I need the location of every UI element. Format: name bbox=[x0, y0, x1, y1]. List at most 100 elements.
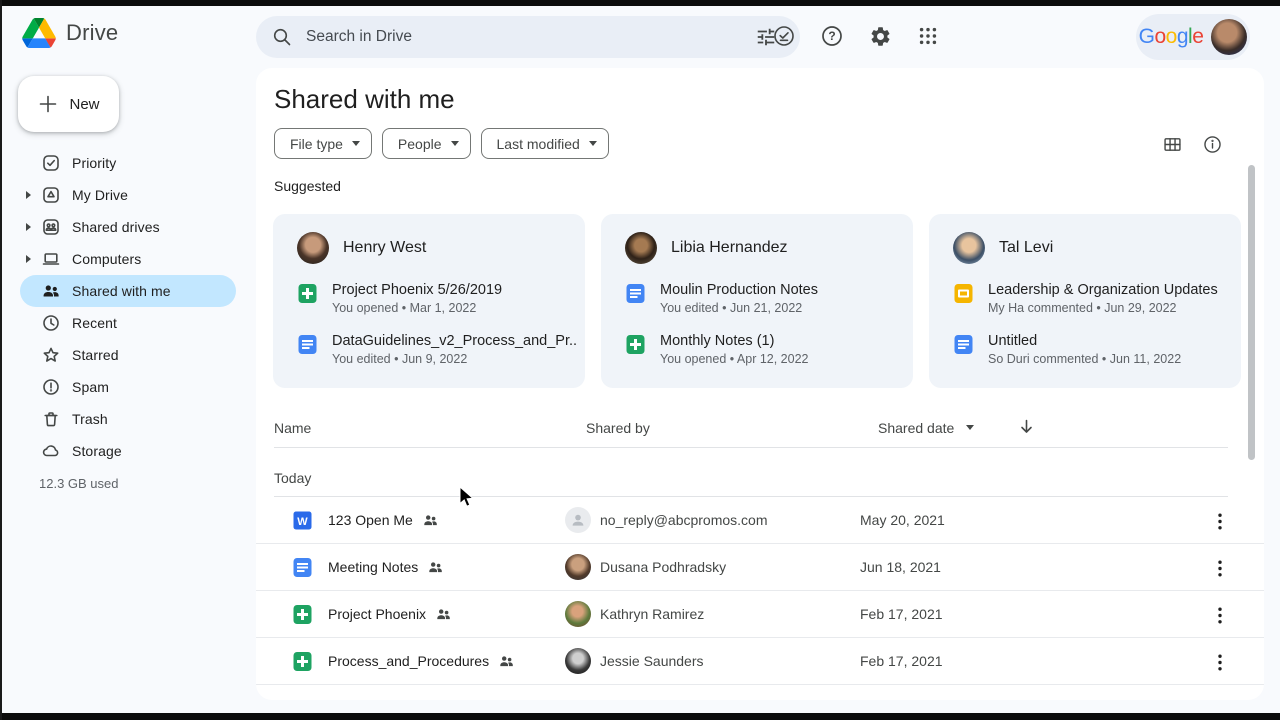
sidebar-item-shared-drives[interactable]: Shared drives bbox=[20, 211, 236, 243]
sheets-file-icon bbox=[297, 283, 318, 304]
shared-date: Feb 17, 2021 bbox=[860, 606, 943, 622]
screen-edge-bottom bbox=[0, 713, 1280, 720]
apps-grid-icon bbox=[917, 25, 939, 47]
sidebar-item-priority[interactable]: Priority bbox=[20, 147, 236, 179]
shared-date: May 20, 2021 bbox=[860, 512, 945, 528]
avatar bbox=[953, 232, 985, 264]
help-icon: ? bbox=[820, 24, 844, 48]
shared-people-icon bbox=[423, 513, 438, 528]
expand-arrow-icon[interactable] bbox=[26, 191, 31, 199]
shared-people-icon bbox=[428, 560, 443, 575]
search-bar[interactable] bbox=[256, 16, 800, 58]
avatar bbox=[565, 507, 591, 533]
sidebar-item-starred[interactable]: Starred bbox=[20, 339, 236, 371]
plus-icon bbox=[37, 93, 59, 115]
suggested-file[interactable]: Leadership & Organization Updates My Ha … bbox=[953, 282, 1221, 315]
offline-status-icon bbox=[772, 24, 796, 48]
sheets-file-icon bbox=[292, 651, 313, 672]
sidebar-item-storage[interactable]: Storage bbox=[20, 435, 236, 467]
more-actions-button[interactable] bbox=[1208, 509, 1232, 533]
docs-file-icon bbox=[953, 334, 974, 355]
drive-logo[interactable]: Drive bbox=[22, 18, 118, 48]
shared-by-name: Kathryn Ramirez bbox=[600, 606, 704, 622]
scrollbar-thumb[interactable] bbox=[1248, 165, 1255, 460]
avatar bbox=[565, 648, 591, 674]
slides-file-icon bbox=[953, 283, 974, 304]
table-row-process-and-procedures[interactable]: Process_and_Procedures Jessie Saunders F… bbox=[256, 638, 1264, 685]
suggested-file[interactable]: Moulin Production Notes You edited • Jun… bbox=[625, 282, 893, 315]
sidebar-item-my-drive[interactable]: My Drive bbox=[20, 179, 236, 211]
column-header-shared-date[interactable]: Shared date bbox=[878, 420, 974, 436]
filter-chip-file-type[interactable]: File type bbox=[274, 128, 372, 159]
more-actions-button[interactable] bbox=[1208, 556, 1232, 580]
chevron-down-icon bbox=[451, 141, 459, 146]
more-actions-button[interactable] bbox=[1208, 603, 1232, 627]
filter-chips: File type People Last modified bbox=[274, 128, 609, 159]
chevron-down-icon bbox=[966, 425, 974, 430]
sidebar-item-trash[interactable]: Trash bbox=[20, 403, 236, 435]
svg-text:W: W bbox=[297, 516, 308, 528]
settings-button[interactable] bbox=[860, 16, 900, 56]
sidebar-item-computers[interactable]: Computers bbox=[20, 243, 236, 275]
drive-triangle-icon bbox=[22, 18, 56, 48]
avatar bbox=[625, 232, 657, 264]
date-group-label: Today bbox=[274, 460, 1228, 497]
shared-date: Jun 18, 2021 bbox=[860, 559, 941, 575]
table-row-123-open-me[interactable]: W 123 Open Me no_reply@abcpromos.com May… bbox=[256, 497, 1264, 544]
details-button[interactable] bbox=[1196, 128, 1228, 160]
google-wordmark: Google bbox=[1139, 25, 1204, 49]
filter-chip-last-modified[interactable]: Last modified bbox=[481, 128, 609, 159]
sidebar: New Priority My Drive Shared d bbox=[2, 68, 256, 713]
app-name: Drive bbox=[66, 20, 118, 46]
suggested-person-name: Libia Hernandez bbox=[671, 239, 788, 257]
file-table-header: Name Shared by Shared date bbox=[274, 408, 1228, 448]
shared-date: Feb 17, 2021 bbox=[860, 653, 943, 669]
search-input[interactable] bbox=[306, 28, 746, 46]
spam-icon bbox=[42, 378, 60, 396]
table-row-project-phoenix[interactable]: Project Phoenix Kathryn Ramirez Feb 17, … bbox=[256, 591, 1264, 638]
topbar-actions: ? bbox=[764, 16, 948, 56]
suggested-person-name: Tal Levi bbox=[999, 239, 1053, 257]
new-button[interactable]: New bbox=[18, 76, 119, 132]
grid-view-button[interactable] bbox=[1156, 128, 1188, 160]
sidebar-item-shared-with-me[interactable]: Shared with me bbox=[20, 275, 236, 307]
sidebar-item-spam[interactable]: Spam bbox=[20, 371, 236, 403]
google-account-pill[interactable]: Google bbox=[1136, 14, 1250, 60]
shared-with-me-icon bbox=[42, 282, 60, 300]
table-row-meeting-notes[interactable]: Meeting Notes Dusana Podhradsky Jun 18, … bbox=[256, 544, 1264, 591]
suggested-card-tal-levi[interactable]: Tal Levi Leadership & Organization Updat… bbox=[929, 214, 1241, 388]
filter-chip-people[interactable]: People bbox=[382, 128, 471, 159]
docs-file-icon bbox=[625, 283, 646, 304]
recent-icon bbox=[42, 314, 60, 332]
search-icon bbox=[272, 27, 292, 47]
sort-direction-button[interactable] bbox=[1018, 418, 1035, 438]
sidebar-nav: Priority My Drive Shared drives bbox=[2, 147, 256, 467]
expand-arrow-icon[interactable] bbox=[26, 255, 31, 263]
column-header-shared-by[interactable]: Shared by bbox=[586, 420, 650, 436]
sheets-file-icon bbox=[625, 334, 646, 355]
more-actions-button[interactable] bbox=[1208, 650, 1232, 674]
starred-icon bbox=[42, 346, 60, 364]
suggested-file[interactable]: Project Phoenix 5/26/2019 You opened • M… bbox=[297, 282, 565, 315]
avatar bbox=[297, 232, 329, 264]
grid-view-icon bbox=[1162, 134, 1183, 155]
suggested-file[interactable]: Monthly Notes (1) You opened • Apr 12, 2… bbox=[625, 333, 893, 366]
apps-grid-button[interactable] bbox=[908, 16, 948, 56]
column-header-name[interactable]: Name bbox=[274, 420, 311, 436]
view-controls bbox=[1156, 128, 1228, 160]
suggested-file[interactable]: Untitled So Duri commented • Jun 11, 202… bbox=[953, 333, 1221, 366]
offline-status-button[interactable] bbox=[764, 16, 804, 56]
shared-by-name: no_reply@abcpromos.com bbox=[600, 512, 768, 528]
expand-arrow-icon[interactable] bbox=[26, 223, 31, 231]
shared-by-name: Jessie Saunders bbox=[600, 653, 704, 669]
suggested-file[interactable]: DataGuidelines_v2_Process_and_Pr... You … bbox=[297, 333, 565, 366]
suggested-card-henry-west[interactable]: Henry West Project Phoenix 5/26/2019 You… bbox=[273, 214, 585, 388]
suggested-card-libia-hernandez[interactable]: Libia Hernandez Moulin Production Notes … bbox=[601, 214, 913, 388]
sidebar-item-recent[interactable]: Recent bbox=[20, 307, 236, 339]
my-drive-icon bbox=[42, 186, 60, 204]
user-avatar[interactable] bbox=[1211, 19, 1247, 55]
shared-by-name: Dusana Podhradsky bbox=[600, 559, 726, 575]
main-content: Shared with me File type People Last mod… bbox=[256, 68, 1264, 700]
avatar bbox=[565, 601, 591, 627]
help-button[interactable]: ? bbox=[812, 16, 852, 56]
